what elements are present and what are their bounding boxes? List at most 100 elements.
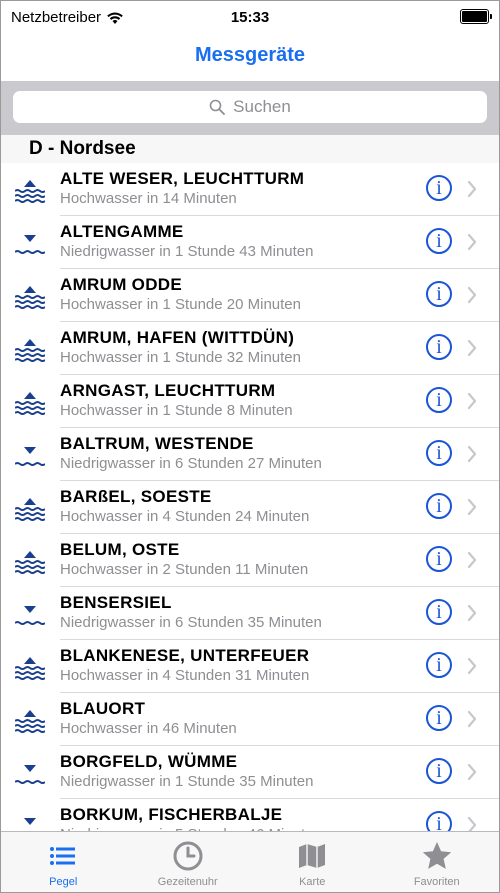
gauge-name: BLAUORT: [60, 699, 146, 718]
chevron-right-icon: [467, 763, 477, 781]
navigation-bar: Messgeräte: [1, 33, 499, 79]
tide-low-icon: [15, 765, 45, 784]
info-button[interactable]: i: [426, 546, 452, 572]
tide-low-icon: [15, 235, 45, 254]
chevron-right-icon: [467, 392, 477, 410]
tide-status: Hochwasser in 1 Stunde 8 Minuten: [60, 402, 293, 419]
gauge-name: BALTRUM, WESTENDE: [60, 434, 254, 453]
tide-high-icon: [15, 657, 45, 680]
tab-label: Favoriten: [413, 876, 460, 888]
chevron-right-icon: [467, 498, 477, 516]
chevron-right-icon: [467, 445, 477, 463]
chevron-right-icon: [467, 816, 477, 831]
list-item[interactable]: ARNGAST, LEUCHTTURM Hochwasser in 1 Stund…: [1, 375, 499, 428]
list-item[interactable]: BORKUM, FISCHERBALJENiedrigwasser in 5 S…: [1, 799, 499, 831]
info-button[interactable]: i: [426, 758, 452, 784]
gauge-name: AMRUM ODDE: [60, 275, 182, 294]
chevron-right-icon: [467, 286, 477, 304]
gauge-name: BORKUM, FISCHERBALJE: [60, 805, 283, 824]
star-icon: [422, 842, 451, 869]
info-button[interactable]: i: [426, 334, 452, 360]
tide-status: Hochwasser in 14 Minuten: [60, 190, 237, 207]
tab-gezeitenuhr[interactable]: Gezeitenuhr: [126, 832, 251, 892]
info-button[interactable]: i: [426, 493, 452, 519]
info-button[interactable]: i: [426, 175, 452, 201]
tide-status: Hochwasser in 2 Stunden 11 Minuten: [60, 561, 309, 578]
tab-label: Karte: [299, 876, 326, 888]
tide-high-icon: [15, 180, 45, 203]
info-button[interactable]: i: [426, 387, 452, 413]
list-icon: [50, 847, 76, 865]
chevron-right-icon: [467, 657, 477, 675]
tab-bar: Pegel Gezeitenuhr Karte Favoriten: [1, 831, 500, 892]
gauge-name: BARßEL, SOESTE: [60, 487, 212, 506]
tide-status: Niedrigwasser in 6 Stunden 27 Minuten: [60, 455, 322, 472]
tide-high-icon: [15, 710, 45, 733]
info-button[interactable]: i: [426, 599, 452, 625]
tide-status: Niedrigwasser in 6 Stunden 35 Minuten: [60, 614, 322, 631]
chevron-right-icon: [467, 604, 477, 622]
gauge-name: BENSERSIEL: [60, 593, 172, 612]
tide-status: Hochwasser in 1 Stunde 20 Minuten: [60, 296, 301, 313]
tide-high-icon: [15, 551, 45, 574]
list-item[interactable]: BELUM, OSTE Hochwasser in 2 Stunden 11 Mi…: [1, 534, 499, 587]
list-item[interactable]: BORGFELD, WÜMME Niedrigwasser in 1 Stunde…: [1, 746, 499, 799]
list-item[interactable]: ALTE WESER, LEUCHTTURM Hochwasser in 14 M…: [1, 163, 499, 216]
gauge-name: BORGFELD, WÜMME: [60, 752, 238, 771]
tide-high-icon: [15, 392, 45, 415]
chevron-right-icon: [467, 551, 477, 569]
list-item[interactable]: BENSERSIEL Niedrigwasser in 6 Stunden 35 …: [1, 587, 499, 640]
tab-label: Pegel: [49, 876, 78, 888]
list-item[interactable]: AMRUM ODDE Hochwasser in 1 Stunde 20 Minu…: [1, 269, 499, 322]
tide-low-icon: [24, 818, 36, 825]
clock-icon: [173, 841, 203, 871]
info-button[interactable]: i: [426, 811, 452, 831]
section-header: D - Nordsee: [1, 135, 499, 163]
tide-status: Hochwasser in 46 Minuten: [60, 720, 237, 737]
section-title: D - Nordsee: [29, 138, 136, 159]
search-input[interactable]: Suchen: [13, 91, 487, 123]
info-button[interactable]: i: [426, 705, 452, 731]
list-item[interactable]: BLANKENESE, UNTERFEUER Hochwasser in 4 St…: [1, 640, 499, 693]
tide-high-icon: [15, 339, 45, 362]
info-button[interactable]: i: [426, 228, 452, 254]
list-item[interactable]: AMRUM, HAFEN (WITTDÜN) Hochwasser in 1 St…: [1, 322, 499, 375]
gauge-name: ALTENGAMME: [60, 222, 184, 241]
list-item[interactable]: BLAUORT Hochwasser in 46 Minuten i: [1, 693, 499, 746]
gauge-name: ARNGAST, LEUCHTTURM: [60, 381, 276, 400]
app-frame: Netzbetreiber 15:33 Messgeräte Suchen D …: [0, 0, 500, 893]
search-bar: Suchen: [1, 81, 499, 135]
search-icon: [209, 99, 226, 115]
chevron-right-icon: [467, 710, 477, 728]
tide-high-icon: [15, 498, 45, 521]
tide-status: Hochwasser in 4 Stunden 24 Minuten: [60, 508, 310, 525]
tab-favoriten[interactable]: Favoriten: [375, 832, 500, 892]
status-bar: Netzbetreiber 15:33: [1, 1, 499, 33]
gauge-name: BLANKENESE, UNTERFEUER: [60, 646, 310, 665]
info-button[interactable]: i: [426, 281, 452, 307]
tab-pegel[interactable]: Pegel: [1, 832, 126, 892]
gauge-name: ALTE WESER, LEUCHTTURM: [60, 169, 305, 188]
tide-status: Hochwasser in 1 Stunde 32 Minuten: [60, 349, 301, 366]
gauge-name: AMRUM, HAFEN (WITTDÜN): [60, 328, 295, 347]
chevron-right-icon: [467, 233, 477, 251]
list-item[interactable]: BARßEL, SOESTE Hochwasser in 4 Stunden 24…: [1, 481, 499, 534]
status-time: 15:33: [230, 9, 270, 26]
tide-status: Niedrigwasser in 1 Stunde 43 Minuten: [60, 243, 314, 260]
tide-low-icon: [15, 606, 45, 625]
page-title: Messgeräte: [194, 44, 306, 66]
info-button[interactable]: i: [426, 652, 452, 678]
info-button[interactable]: i: [426, 440, 452, 466]
chevron-right-icon: [467, 339, 477, 357]
tide-low-icon: [15, 447, 45, 466]
map-icon: [299, 844, 326, 868]
list-item[interactable]: ALTENGAMME Niedrigwasser in 1 Stunde 43 M…: [1, 216, 499, 269]
gauge-list: ALTE WESER, LEUCHTTURM Hochwasser in 14 M…: [1, 163, 499, 831]
tab-karte[interactable]: Karte: [250, 832, 375, 892]
list-item[interactable]: BALTRUM, WESTENDE Niedrigwasser in 6 Stun…: [1, 428, 499, 481]
battery-icon: [460, 9, 492, 24]
tide-status: Niedrigwasser in 1 Stunde 35 Minuten: [60, 773, 314, 790]
tab-label: Gezeitenuhr: [157, 876, 218, 888]
gauge-name: BELUM, OSTE: [60, 540, 180, 559]
search-placeholder: Suchen: [233, 97, 291, 116]
